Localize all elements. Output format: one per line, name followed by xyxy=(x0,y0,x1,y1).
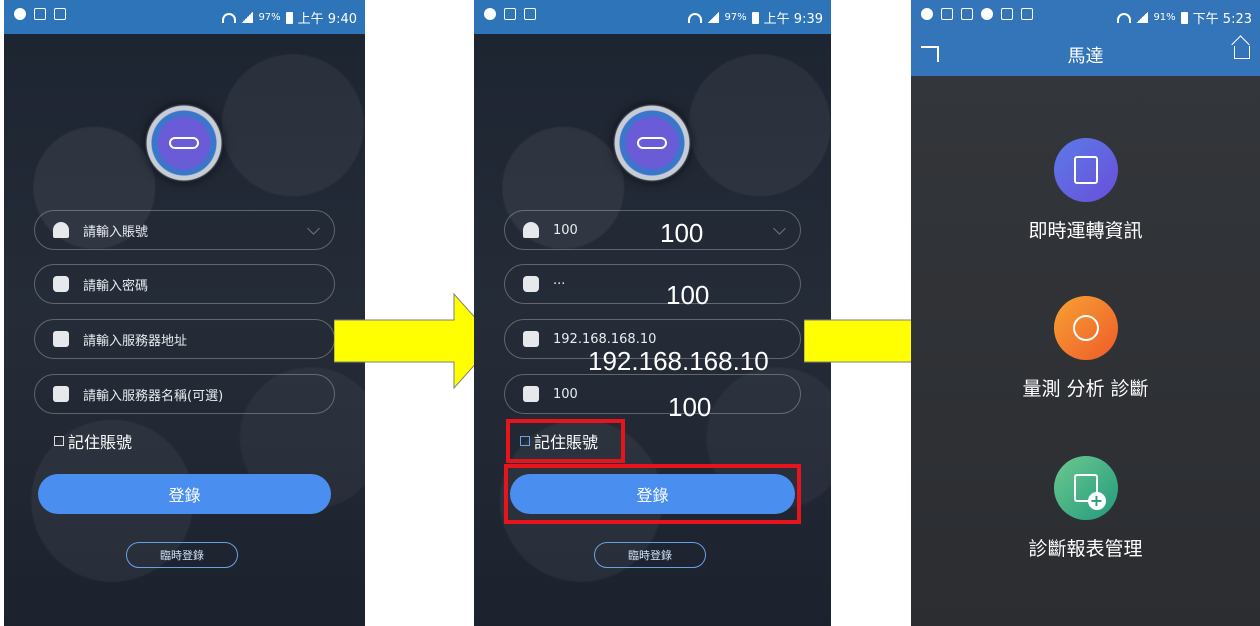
signal-icon xyxy=(1136,12,1149,23)
server-name-icon xyxy=(523,386,539,402)
message-icon xyxy=(921,8,933,20)
user-icon xyxy=(523,222,539,238)
account-placeholder: 請輸入賬號 xyxy=(83,224,149,240)
home-icon[interactable] xyxy=(1234,46,1250,59)
annotation-server-address: 192.168.168.10 xyxy=(588,346,769,376)
lock-icon xyxy=(53,276,69,292)
file-icon xyxy=(524,8,536,20)
image-icon xyxy=(941,8,953,20)
account-field[interactable]: 請輸入賬號 xyxy=(34,210,335,250)
linkedin-icon xyxy=(1021,8,1033,20)
status-time: 下午 5:23 xyxy=(1192,12,1252,27)
remember-checkbox-checked[interactable] xyxy=(520,436,530,446)
notification-icons xyxy=(14,8,66,20)
menu-label: 量測 分析 診斷 xyxy=(1022,378,1149,400)
app-logo xyxy=(145,104,223,182)
menu-circle[interactable] xyxy=(1053,138,1118,202)
menu-item-realtime[interactable]: 即時運轉資訊 xyxy=(911,138,1260,243)
app-icon xyxy=(981,8,993,20)
remember-label: 記住賬號 xyxy=(68,433,133,452)
status-time: 上午 9:40 xyxy=(297,12,357,27)
battery-percent: 91% xyxy=(1153,12,1176,23)
annotation-server-name: 100 xyxy=(668,392,712,422)
remember-checkbox[interactable] xyxy=(54,436,64,446)
wifi-icon xyxy=(688,12,703,23)
battery-percent: 97% xyxy=(724,12,747,23)
user-icon xyxy=(53,222,69,238)
login-screen-empty: 97% 上午 9:40 請輸入賬號 請輸入密碼 請輸入服務器地址 請輸入服務器名… xyxy=(4,0,365,626)
signal-icon xyxy=(707,12,720,23)
password-field[interactable]: ··· xyxy=(504,264,801,304)
app-logo xyxy=(613,104,691,182)
server-address-field[interactable]: 請輸入服務器地址 xyxy=(34,319,335,359)
temporary-login-button[interactable]: 臨時登錄 xyxy=(126,542,238,568)
server-address-placeholder: 請輸入服務器地址 xyxy=(83,333,188,349)
chevron-down-icon[interactable] xyxy=(773,222,786,235)
status-bar: 91% 下午 5:23 xyxy=(911,0,1260,34)
battery-percent: 97% xyxy=(258,12,281,23)
password-value: ··· xyxy=(553,276,566,292)
menu-circle[interactable] xyxy=(1053,296,1118,360)
lock-screen-icon xyxy=(961,8,973,20)
menu-item-reports[interactable]: 診斷報表管理 xyxy=(911,456,1260,561)
server-address-icon xyxy=(53,331,69,347)
menu-label: 即時運轉資訊 xyxy=(1028,220,1143,242)
motor-menu-screen: 91% 下午 5:23 馬達 即時運轉資訊 量測 分析 診斷 診斷報表管理 xyxy=(911,0,1260,626)
server-name-icon xyxy=(53,386,69,402)
app-bar: 馬達 xyxy=(911,34,1260,76)
mail-icon xyxy=(1001,8,1013,20)
wifi-icon xyxy=(222,12,237,23)
login-button[interactable]: 登錄 xyxy=(510,474,795,514)
message-icon xyxy=(14,8,26,20)
message-icon xyxy=(484,8,496,20)
image-icon xyxy=(504,8,516,20)
notification-icons xyxy=(484,8,536,20)
password-field[interactable]: 請輸入密碼 xyxy=(34,264,335,304)
battery-charging-icon xyxy=(285,11,293,24)
report-settings-icon xyxy=(1073,156,1098,184)
server-name-field[interactable]: 100 xyxy=(504,374,801,414)
server-name-placeholder: 請輸入服務器名稱(可選) xyxy=(83,388,224,404)
temporary-login-button[interactable]: 臨時登錄 xyxy=(594,542,706,568)
notification-icons xyxy=(921,8,1033,20)
clipboard-plus-icon xyxy=(1073,474,1106,510)
waveform-icon xyxy=(169,137,199,149)
account-field[interactable]: 100 xyxy=(504,210,801,250)
server-name-value: 100 xyxy=(553,386,578,402)
annotation-password: 100 xyxy=(666,280,710,310)
login-screen-filled: 97% 上午 9:39 100 ··· 192.168.168.10 100 1… xyxy=(474,0,831,626)
signal-icon xyxy=(241,12,254,23)
status-bar: 97% 上午 9:40 xyxy=(4,0,365,34)
remember-account[interactable]: 記住賬號 xyxy=(54,429,132,453)
password-placeholder: 請輸入密碼 xyxy=(83,278,149,294)
chevron-down-icon[interactable] xyxy=(307,222,320,235)
annotation-account: 100 xyxy=(660,218,704,248)
page-title: 馬達 xyxy=(1067,46,1104,67)
battery-icon xyxy=(1180,11,1188,24)
server-address-value: 192.168.168.10 xyxy=(553,331,657,347)
back-icon[interactable] xyxy=(921,46,939,62)
remember-account[interactable]: 記住賬號 xyxy=(520,429,598,453)
server-address-icon xyxy=(523,331,539,347)
remember-label: 記住賬號 xyxy=(534,433,599,452)
image-icon xyxy=(34,8,46,20)
battery-charging-icon xyxy=(751,11,759,24)
server-name-field[interactable]: 請輸入服務器名稱(可選) xyxy=(34,374,335,414)
menu-circle[interactable] xyxy=(1053,456,1118,520)
wifi-icon xyxy=(1117,12,1132,23)
menu-item-diagnosis[interactable]: 量測 分析 診斷 xyxy=(911,296,1260,401)
status-time: 上午 9:39 xyxy=(763,12,823,27)
account-value: 100 xyxy=(553,222,578,238)
lock-icon xyxy=(523,276,539,292)
status-bar: 97% 上午 9:39 xyxy=(474,0,831,34)
stethoscope-icon xyxy=(1072,315,1099,341)
menu-label: 診斷報表管理 xyxy=(1028,538,1143,560)
login-button[interactable]: 登錄 xyxy=(38,474,331,514)
waveform-icon xyxy=(637,137,667,149)
file-icon xyxy=(54,8,66,20)
